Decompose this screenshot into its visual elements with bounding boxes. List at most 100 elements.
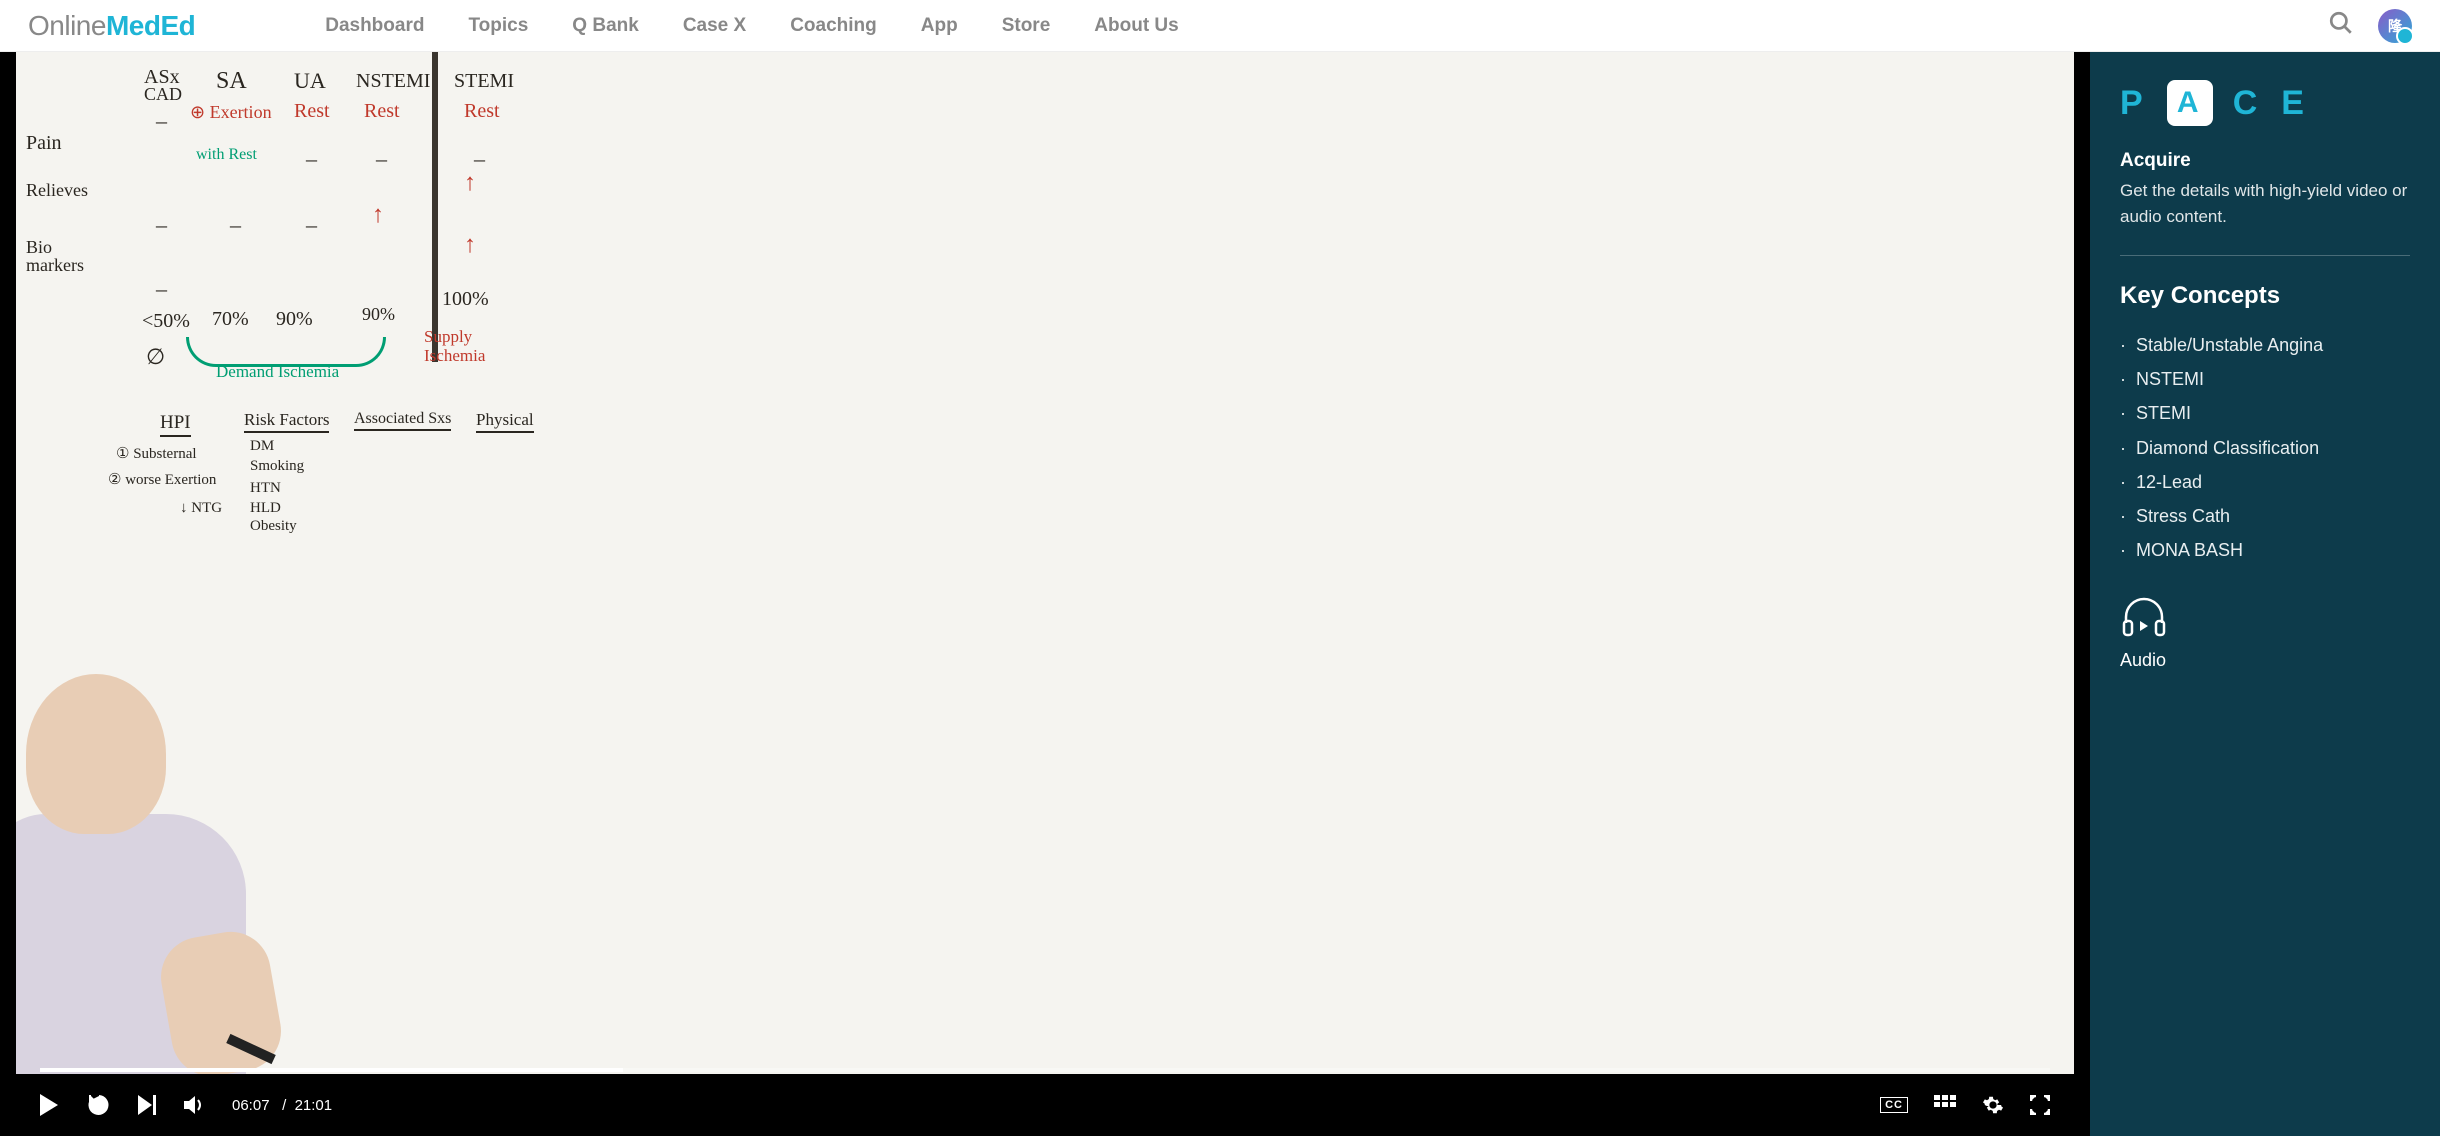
audio-button[interactable]: Audio: [2120, 595, 2410, 671]
wb-assoc: Associated Sxs: [354, 410, 451, 431]
whiteboard: ASx CAD SA UA NSTEMI STEMI Pain Relieves…: [16, 52, 2074, 1074]
time-separator: /: [282, 1097, 286, 1114]
wb-demand: Demand Ischemia: [216, 362, 339, 382]
rewind-10-button[interactable]: 10: [86, 1092, 112, 1118]
kc-item: 12-Lead: [2120, 465, 2410, 499]
wb-hpi-1: ① Substernal: [116, 444, 197, 463]
nav-app[interactable]: App: [921, 15, 958, 37]
brand-mid: Med: [106, 10, 161, 41]
video-region: ASx CAD SA UA NSTEMI STEMI Pain Relieves…: [0, 52, 2090, 1136]
wb-pct-2: 70%: [212, 308, 249, 331]
pace-letters: P A C E: [2120, 80, 2410, 126]
acquire-title: Acquire: [2120, 150, 2410, 172]
wb-col-ua: UA: [294, 68, 326, 94]
total-time: 21:01: [295, 1097, 333, 1114]
captions-button[interactable]: CC: [1880, 1097, 1908, 1113]
whiteboard-divider: [432, 52, 438, 362]
wb-null: ∅: [146, 344, 165, 370]
wb-dash-6: –: [230, 212, 241, 238]
pace-p: P: [2120, 84, 2147, 123]
kc-item: Stress Cath: [2120, 499, 2410, 533]
fullscreen-button[interactable]: [2030, 1095, 2050, 1115]
volume-button[interactable]: [184, 1095, 206, 1115]
wb-dash-5: –: [156, 212, 167, 238]
sidebar: P A C E Acquire Get the details with hig…: [2090, 52, 2440, 1136]
nav-qbank[interactable]: Q Bank: [572, 15, 639, 37]
brand-logo[interactable]: OnlineMedEd: [28, 10, 195, 42]
wb-risk-4: HLD: [250, 500, 281, 517]
wb-risk-2: Smoking: [250, 458, 304, 475]
wb-arrow-2: ↑: [464, 170, 476, 197]
kc-item: STEMI: [2120, 396, 2410, 430]
brand-post: Ed: [160, 10, 195, 41]
wb-arrow-3: ↑: [464, 232, 476, 259]
search-icon[interactable]: [2328, 10, 2354, 41]
wb-row-bio: Biomarkers: [26, 238, 84, 274]
wb-pct-1: <50%: [142, 310, 190, 333]
presenter: [16, 674, 306, 1074]
pace-e: E: [2281, 84, 2308, 123]
wb-risk-3: HTN: [250, 480, 281, 497]
wb-rest-1: Rest: [294, 100, 330, 123]
wb-dash-7: –: [306, 212, 317, 238]
time-display: 06:07 / 21:01: [232, 1097, 332, 1114]
kc-item: Stable/Unstable Angina: [2120, 328, 2410, 362]
wb-cad: CAD: [144, 84, 182, 105]
next-button[interactable]: [138, 1095, 158, 1115]
top-nav: OnlineMedEd Dashboard Topics Q Bank Case…: [0, 0, 2440, 52]
wb-pct-4: 90%: [362, 304, 395, 325]
chapters-button[interactable]: [1934, 1095, 1956, 1115]
current-time: 06:07: [232, 1097, 270, 1114]
wb-supply: SupplyIschemia: [424, 328, 485, 365]
wb-col-stemi: STEMI: [454, 70, 514, 93]
nav-about[interactable]: About Us: [1094, 15, 1178, 37]
nav-items: Dashboard Topics Q Bank Case X Coaching …: [325, 15, 1179, 37]
nav-store[interactable]: Store: [1002, 15, 1051, 37]
nav-casex[interactable]: Case X: [683, 15, 746, 37]
kc-item: MONA BASH: [2120, 533, 2410, 567]
wb-rest-2: Rest: [364, 100, 400, 123]
wb-dash-8: –: [156, 276, 167, 302]
nav-topics[interactable]: Topics: [468, 15, 528, 37]
wb-row-pain: Pain: [26, 132, 62, 155]
key-concepts-list: Stable/Unstable Angina NSTEMI STEMI Diam…: [2120, 328, 2410, 567]
wb-rest-3: Rest: [464, 100, 500, 123]
video-controls: 10 06:07 / 21:01 CC: [16, 1074, 2074, 1136]
wb-dash-4: –: [474, 146, 485, 172]
pace-a: A: [2167, 80, 2213, 126]
video-frame[interactable]: ASx CAD SA UA NSTEMI STEMI Pain Relieves…: [16, 52, 2074, 1074]
content: ASx CAD SA UA NSTEMI STEMI Pain Relieves…: [0, 52, 2440, 1136]
headphones-icon: [2120, 595, 2168, 637]
wb-arrow-1: ↑: [372, 202, 384, 229]
wb-col-sa: SA: [216, 68, 247, 95]
wb-risk-5: Obesity: [250, 518, 297, 535]
progress-fill: [40, 1068, 623, 1072]
wb-withrest: with Rest: [196, 146, 257, 164]
play-button[interactable]: [40, 1094, 60, 1116]
acquire-desc: Get the details with high-yield video or…: [2120, 178, 2410, 229]
wb-risk-1: DM: [250, 438, 274, 455]
wb-exertion: ⊕ Exertion: [190, 102, 272, 123]
wb-pct-3: 90%: [276, 308, 313, 331]
wb-hpi-title: HPI: [160, 412, 191, 437]
kc-item: Diamond Classification: [2120, 431, 2410, 465]
kc-item: NSTEMI: [2120, 362, 2410, 396]
wb-pct-5: 100%: [442, 288, 489, 311]
divider: [2120, 255, 2410, 256]
wb-phys: Physical: [476, 410, 534, 433]
wb-hpi-2: ② worse Exertion: [108, 470, 216, 489]
settings-button[interactable]: [1982, 1094, 2004, 1116]
wb-dash-3: –: [376, 146, 387, 172]
brand-pre: Online: [28, 10, 106, 41]
nav-dashboard[interactable]: Dashboard: [325, 15, 424, 37]
key-concepts-title: Key Concepts: [2120, 282, 2410, 310]
wb-dash-1: –: [156, 108, 167, 134]
wb-row-relieves: Relieves: [26, 180, 88, 201]
audio-label: Audio: [2120, 650, 2410, 671]
progress-bar[interactable]: [40, 1068, 2050, 1072]
wb-dash-2: –: [306, 146, 317, 172]
avatar[interactable]: 隆: [2378, 9, 2412, 43]
nav-coaching[interactable]: Coaching: [790, 15, 877, 37]
wb-col-nstemi: NSTEMI: [356, 70, 430, 93]
wb-risk-title: Risk Factors: [244, 410, 329, 433]
